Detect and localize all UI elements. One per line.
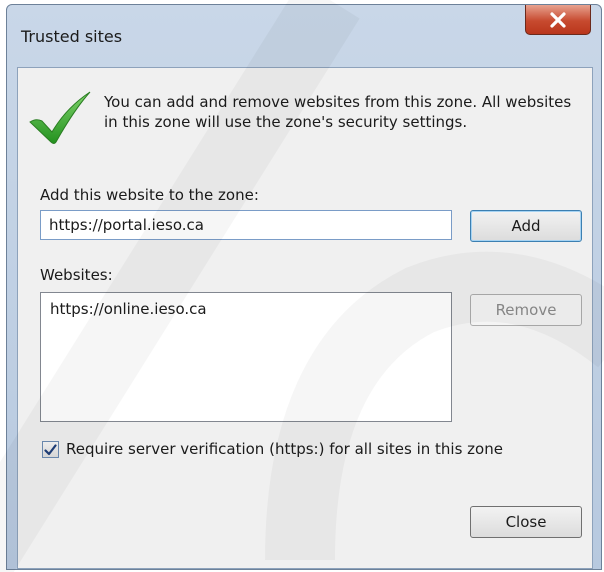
title-bar[interactable]: Trusted sites (7, 5, 601, 61)
close-x-icon (550, 11, 566, 28)
green-checkmark-icon (29, 91, 91, 144)
list-item[interactable]: https://online.ieso.ca (50, 299, 442, 319)
add-website-label: Add this website to the zone: (40, 186, 259, 204)
require-https-label: Require server verification (https:) for… (66, 440, 503, 458)
websites-list[interactable]: https://online.ieso.ca (40, 292, 452, 422)
add-button[interactable]: Add (470, 210, 582, 242)
require-https-checkbox[interactable] (42, 441, 59, 458)
checkmark-icon (44, 443, 57, 455)
dialog-title: Trusted sites (21, 27, 123, 46)
remove-button[interactable]: Remove (470, 294, 582, 326)
info-message: You can add and remove websites from thi… (104, 93, 572, 131)
window-close-button[interactable] (525, 5, 591, 35)
close-button[interactable]: Close (470, 506, 582, 538)
add-website-input[interactable] (40, 210, 452, 240)
websites-label: Websites: (40, 266, 113, 284)
